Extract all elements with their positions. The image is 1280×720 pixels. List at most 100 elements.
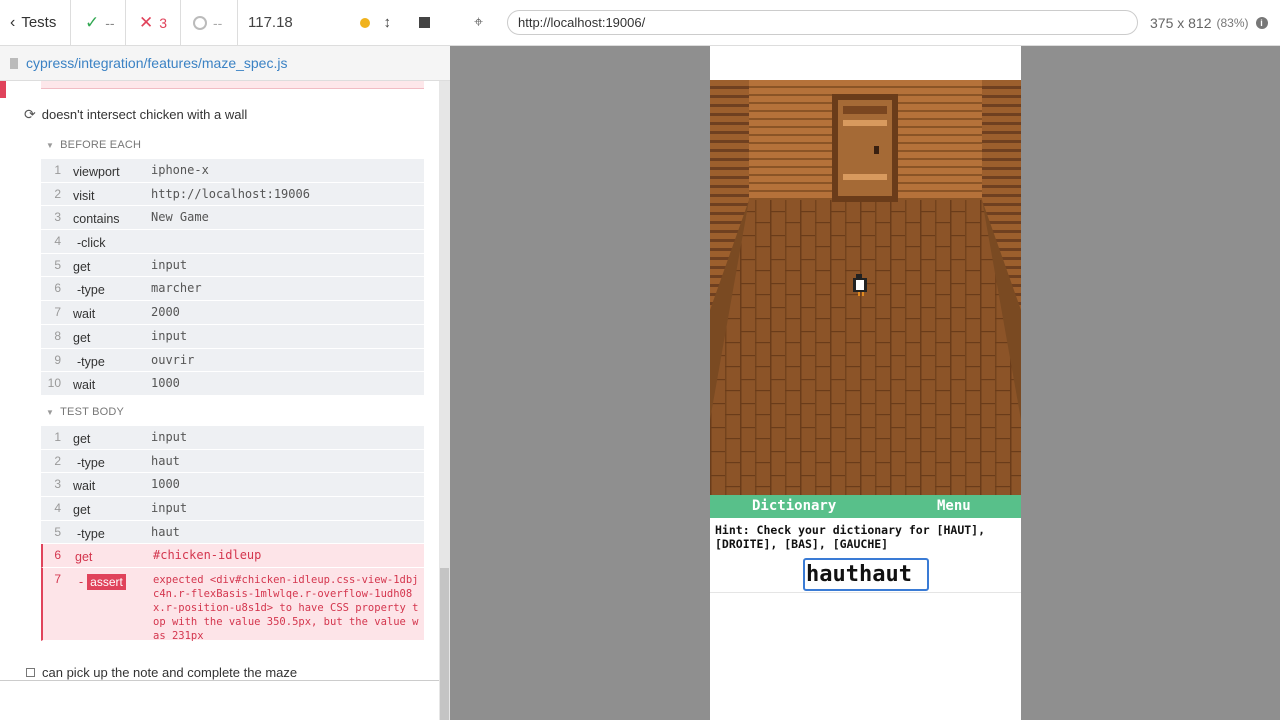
command-name-text: wait: [73, 479, 96, 494]
command-row[interactable]: 2 visit http://localhost:19006: [41, 182, 424, 207]
info-icon[interactable]: i: [1255, 16, 1268, 29]
test-title[interactable]: ⟳ doesn't intersect chicken with a wall: [24, 105, 247, 123]
viewport-info: 375 x 812 (83%) i: [1150, 15, 1268, 31]
command-row[interactable]: 3 wait 1000: [41, 473, 424, 498]
command-name: get: [73, 432, 90, 446]
command-number: 8: [54, 328, 61, 343]
runnable-list: ⟳ doesn't intersect chicken with a wall …: [0, 81, 439, 681]
reporter-divider: [0, 680, 439, 681]
cross-icon: ✕: [139, 12, 154, 32]
answer-input[interactable]: hauthaut: [803, 558, 929, 591]
command-log-reporter: ‹ Tests ✓ -- ✕ 3 -- 117.18 ↕ cypress/int…: [0, 0, 450, 720]
command-number: 2: [54, 186, 61, 201]
aut-header: ⌖ http://localhost:19006/ 375 x 812 (83%…: [450, 0, 1280, 46]
command-name: wait: [73, 307, 95, 321]
maze-room-illustration: [710, 80, 1021, 496]
command-number: 10: [47, 376, 61, 391]
test-title-text: doesn't intersect chicken with a wall: [41, 106, 248, 122]
command-name-text: get: [73, 503, 91, 518]
command-row[interactable]: 10 wait 1000: [41, 372, 424, 396]
command-message: iphone-x: [151, 163, 209, 177]
scrollbar-thumb[interactable]: [440, 568, 449, 720]
command-row[interactable]: 7 - assert expected <div#chicken-idleup.css…: [41, 568, 424, 642]
test-body-hook-header[interactable]: ▼ TEST BODY: [46, 404, 124, 420]
command-row[interactable]: 2 -type haut: [41, 449, 424, 474]
command-message: input: [151, 430, 188, 444]
command-row[interactable]: 1 get input: [41, 426, 424, 450]
resize-arrows-icon[interactable]: ↕: [384, 14, 392, 31]
command-row[interactable]: 8 get input: [41, 324, 424, 349]
reporter-scrollbar[interactable]: [439, 81, 450, 720]
command-name-text: contains: [73, 212, 120, 227]
failed-value: 3: [159, 14, 168, 31]
command-name-text: wait: [73, 378, 96, 393]
menu-button[interactable]: Menu: [937, 498, 971, 514]
command-name-text: -type: [77, 526, 105, 541]
next-test-title: can pick up the note and complete the ma…: [42, 665, 298, 680]
viewport-scale: (83%): [1216, 15, 1249, 30]
command-name-text: get: [75, 550, 93, 565]
command-row[interactable]: 4 get input: [41, 497, 424, 521]
viewport-size: 375 x 812: [1150, 14, 1212, 31]
command-name-text: wait: [73, 307, 96, 322]
command-message: http://localhost:19006: [151, 186, 310, 201]
command-name-text: -type: [77, 283, 105, 298]
refresh-icon: ⟳: [24, 105, 36, 122]
url-bar[interactable]: http://localhost:19006/: [507, 10, 1138, 35]
caret-down-icon: ▼: [46, 140, 55, 150]
command-name: contains: [73, 212, 120, 226]
runner-controls: ↕: [313, 0, 450, 46]
command-row[interactable]: 5 -type haut: [41, 520, 424, 545]
command-number: 5: [54, 257, 61, 272]
selector-crosshair-icon[interactable]: ⌖: [450, 0, 507, 46]
check-icon: ✓: [85, 12, 100, 32]
command-row[interactable]: 7 wait 2000: [41, 301, 424, 325]
command-name: -click: [77, 236, 105, 250]
pending-ring-icon: [193, 15, 207, 30]
failed-count: ✕ 3: [126, 0, 181, 46]
status-dot-icon: [359, 17, 370, 28]
spec-path-link[interactable]: cypress/integration/features/maze_spec.j…: [26, 55, 287, 71]
dictionary-button[interactable]: Dictionary: [752, 498, 836, 514]
stop-icon[interactable]: [419, 17, 430, 28]
command-message: New Game: [151, 210, 209, 225]
pending-count: --: [181, 0, 238, 46]
command-message: input: [151, 328, 188, 343]
command-message: 2000: [151, 305, 180, 320]
caret-down-icon: ▼: [46, 407, 55, 417]
command-name-text: get: [73, 330, 91, 345]
command-number: 9: [54, 352, 61, 367]
command-name-text: -: [79, 575, 84, 590]
command-name: get: [73, 331, 90, 345]
duration: 117.18: [248, 14, 293, 31]
command-name: wait: [73, 479, 95, 493]
maze-scene: [710, 80, 1021, 496]
command-number: 7: [54, 572, 61, 587]
command-name-text: -click: [77, 236, 106, 251]
command-row[interactable]: 6 get #chicken-idleup: [41, 544, 424, 569]
command-row[interactable]: 4 -click: [41, 230, 424, 254]
command-number: 6: [54, 548, 61, 563]
test-body-commands: 1 get input 2 -type haut 3 wait 1000 4 get input 5 -t…: [41, 426, 424, 642]
command-name-text: visit: [73, 188, 95, 203]
command-row[interactable]: 5 get input: [41, 253, 424, 278]
command-number: 4: [54, 234, 61, 249]
command-number: 1: [54, 430, 61, 444]
command-row[interactable]: 6 -type marcher: [41, 277, 424, 302]
tests-back-button[interactable]: ‹ Tests: [0, 0, 71, 46]
command-name: get: [73, 260, 90, 274]
command-name: -type: [77, 283, 105, 297]
command-row[interactable]: 1 viewport iphone-x: [41, 159, 424, 183]
chevron-left-icon: ‹: [10, 13, 16, 31]
command-name-text: get: [73, 432, 91, 446]
command-message: haut: [151, 453, 180, 468]
next-test-item[interactable]: can pick up the note and complete the ma…: [26, 665, 297, 680]
command-name: - assert: [79, 574, 126, 591]
test-body-label: TEST BODY: [60, 406, 125, 418]
command-row[interactable]: 3 contains New Game: [41, 206, 424, 231]
before-each-hook-header[interactable]: ▼ BEFORE EACH: [46, 137, 141, 153]
command-name-text: -type: [77, 455, 105, 470]
command-message: haut: [151, 524, 180, 539]
command-row[interactable]: 9 -type ouvrir: [41, 348, 424, 373]
app-divider: [710, 592, 1021, 593]
